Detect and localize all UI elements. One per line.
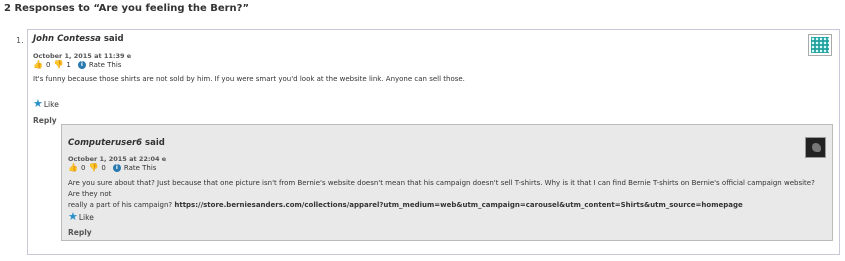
- comment-number: 1.: [16, 36, 24, 45]
- like-count: 0: [80, 163, 86, 172]
- said-label: said: [100, 34, 124, 44]
- rating-widget: 👍 0 👎 1 i Rate This: [33, 60, 121, 69]
- like-label: Like: [43, 99, 59, 109]
- thumbs-up-icon[interactable]: 👍: [33, 60, 43, 69]
- thumbs-down-icon[interactable]: 👎: [88, 163, 98, 172]
- reply-link[interactable]: Reply: [33, 116, 57, 125]
- avatar: [805, 137, 826, 158]
- rate-this-link[interactable]: Rate This: [124, 164, 157, 172]
- author-name[interactable]: Computeruser6: [68, 138, 142, 148]
- star-icon: ★: [33, 97, 43, 110]
- thumbs-down-icon[interactable]: 👎: [53, 60, 63, 69]
- star-icon: ★: [68, 210, 78, 223]
- info-icon[interactable]: i: [77, 60, 86, 69]
- comment-date[interactable]: October 1, 2015 at 11:39 e: [33, 52, 131, 60]
- comment-date[interactable]: October 1, 2015 at 22:04 e: [68, 155, 166, 163]
- thumbs-up-icon[interactable]: 👍: [68, 163, 78, 172]
- avatar: [808, 34, 832, 56]
- rating-widget: 👍 0 👎 0 i Rate This: [68, 163, 156, 172]
- comment-author: John Contessa said: [33, 34, 124, 44]
- like-button[interactable]: ★ Like: [68, 210, 94, 223]
- comment-text-prefix: really a part of his campaign?: [68, 201, 175, 209]
- info-icon[interactable]: i: [112, 163, 121, 172]
- like-button[interactable]: ★ Like: [33, 97, 59, 110]
- like-label: Like: [78, 212, 94, 222]
- rate-this-link[interactable]: Rate This: [89, 61, 122, 69]
- store-link[interactable]: https://store.berniesanders.com/collecti…: [174, 201, 742, 209]
- said-label: said: [142, 138, 165, 148]
- comments-heading: 2 Responses to “Are you feeling the Bern…: [4, 3, 250, 14]
- dislike-count: 0: [101, 163, 106, 172]
- comment-author: Computeruser6 said: [68, 138, 165, 148]
- comment-text: It's funny because those shirts are not …: [33, 75, 465, 83]
- comment-text: Are you sure about that? Just because th…: [68, 178, 828, 211]
- reply-link[interactable]: Reply: [68, 228, 92, 237]
- like-count: 0: [45, 60, 51, 69]
- dislike-count: 1: [66, 60, 71, 69]
- author-name[interactable]: John Contessa: [33, 34, 101, 44]
- comment-text-line: Are you sure about that? Just because th…: [68, 179, 815, 198]
- comment-text-line: really a part of his campaign? https://s…: [68, 200, 828, 211]
